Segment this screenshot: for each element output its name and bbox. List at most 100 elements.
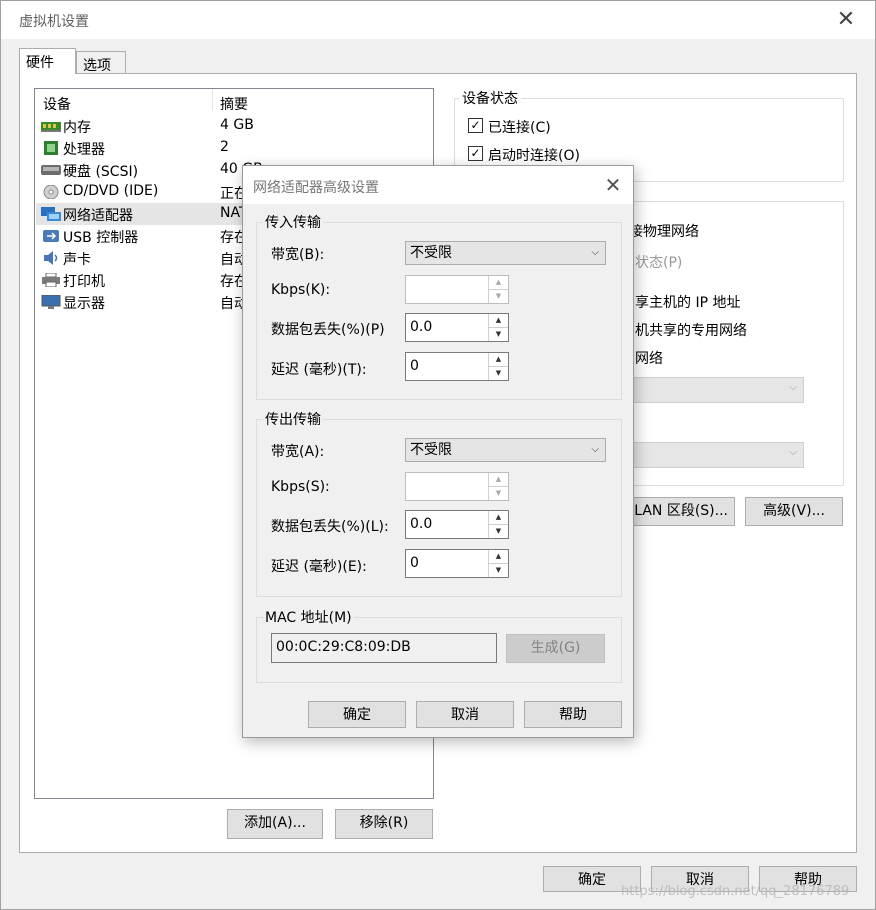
device-name: CD/DVD (IDE)	[63, 183, 159, 199]
incoming-kbps-label: Kbps(K):	[271, 282, 331, 298]
incoming-packet-loss-value: 0.0	[410, 319, 433, 335]
outgoing-bandwidth-select[interactable]: 不受限 ⌵	[405, 438, 606, 462]
device-row-processor[interactable]: 处理器 2	[36, 137, 432, 159]
device-name: 内存	[63, 120, 91, 136]
dialog-title: 网络适配器高级设置	[253, 180, 379, 196]
spin-up-icon[interactable]: ▲	[489, 276, 508, 290]
network-adapter-advanced-dialog: 网络适配器高级设置 ✕ 传入传输 带宽(B): 不受限 ⌵ Kbps(K): ▲…	[242, 165, 634, 738]
memory-icon	[41, 122, 61, 132]
device-name: 处理器	[63, 142, 105, 158]
spin-up-icon[interactable]: ▲	[489, 550, 508, 564]
device-name: 声卡	[63, 252, 91, 268]
incoming-bandwidth-select[interactable]: 不受限 ⌵	[405, 241, 606, 265]
spin-down-icon[interactable]: ▼	[489, 564, 508, 578]
spin-up-icon[interactable]: ▲	[489, 353, 508, 367]
tab-options[interactable]: 选项	[76, 51, 126, 74]
connected-label[interactable]: 已连接(C)	[488, 117, 551, 137]
incoming-packet-loss-label: 数据包丢失(%)(P)	[271, 322, 385, 338]
watermark: https://blog.csdn.net/qq_28176789	[621, 884, 850, 899]
spin-buttons: ▲ ▼	[488, 276, 508, 303]
spin-down-icon[interactable]: ▼	[489, 367, 508, 381]
device-name: 显示器	[63, 296, 105, 312]
spin-buttons: ▲ ▼	[488, 353, 508, 380]
close-icon[interactable]: ✕	[599, 171, 627, 199]
add-device-button[interactable]: 添加(A)...	[227, 809, 323, 839]
device-name: 网络适配器	[63, 208, 133, 224]
close-icon[interactable]: ✕	[831, 5, 861, 35]
sound-icon	[44, 251, 58, 265]
connect-at-power-on-checkbox[interactable]: ✓	[468, 146, 483, 161]
spin-up-icon[interactable]: ▲	[489, 314, 508, 328]
device-name: USB 控制器	[63, 230, 139, 246]
title-bar: 虚拟机设置 ✕	[1, 1, 875, 39]
outgoing-transfer-label: 传出传输	[263, 409, 323, 429]
device-row-memory[interactable]: 内存 4 GB	[36, 115, 432, 137]
outgoing-bandwidth-value: 不受限	[410, 442, 452, 458]
column-separator	[212, 89, 213, 111]
harddisk-icon	[41, 165, 61, 175]
outgoing-latency-stepper[interactable]: 0 ▲ ▼	[405, 549, 509, 578]
chevron-down-icon: ⌵	[789, 382, 797, 393]
device-summary: 4 GB	[220, 117, 254, 133]
lan-segment-select[interactable]: ⌵	[621, 442, 804, 468]
remove-device-button[interactable]: 移除(R)	[335, 809, 433, 839]
spin-up-icon[interactable]: ▲	[489, 511, 508, 525]
dialog-ok-button[interactable]: 确定	[308, 701, 406, 728]
incoming-kbps-stepper[interactable]: ▲ ▼	[405, 275, 509, 304]
device-status-label: 设备状态	[459, 88, 521, 108]
mac-address-label: MAC 地址(M)	[263, 607, 354, 627]
column-header-summary[interactable]: 摘要	[220, 94, 248, 114]
outgoing-packet-loss-label: 数据包丢失(%)(L):	[271, 519, 389, 535]
hostonly-option-label[interactable]: 机共享的专用网络	[635, 320, 747, 340]
outgoing-latency-label: 延迟 (毫秒)(E):	[271, 559, 367, 575]
incoming-bandwidth-value: 不受限	[410, 245, 452, 261]
spin-up-icon[interactable]: ▲	[489, 473, 508, 487]
device-name: 硬盘 (SCSI)	[63, 164, 139, 180]
bridged-option-label[interactable]: 接物理网络	[629, 221, 699, 241]
dialog-title-bar: 网络适配器高级设置 ✕	[243, 166, 633, 204]
incoming-latency-value: 0	[410, 358, 419, 374]
outgoing-kbps-label: Kbps(S):	[271, 479, 330, 495]
chevron-down-icon: ⌵	[591, 444, 599, 455]
outgoing-latency-value: 0	[410, 555, 419, 571]
replicate-state-label: 状态(P)	[635, 255, 683, 271]
outgoing-packet-loss-stepper[interactable]: 0.0 ▲ ▼	[405, 510, 509, 539]
dialog-help-button[interactable]: 帮助	[524, 701, 622, 728]
incoming-latency-label: 延迟 (毫秒)(T):	[271, 362, 367, 378]
chevron-down-icon: ⌵	[789, 447, 797, 458]
spin-buttons: ▲ ▼	[488, 550, 508, 577]
spin-buttons: ▲ ▼	[488, 314, 508, 341]
generate-mac-button[interactable]: 生成(G)	[506, 634, 605, 663]
incoming-bandwidth-label: 带宽(B):	[271, 247, 325, 263]
custom-network-select[interactable]: ⌵	[621, 377, 804, 403]
incoming-transfer-label: 传入传输	[263, 212, 323, 232]
window-title: 虚拟机设置	[19, 14, 89, 30]
cdrom-icon	[43, 185, 59, 199]
spin-down-icon[interactable]: ▼	[489, 290, 508, 304]
column-header-device[interactable]: 设备	[43, 94, 71, 114]
device-summary: 2	[220, 139, 229, 155]
display-icon	[41, 295, 61, 309]
device-name: 打印机	[63, 274, 105, 290]
printer-icon	[42, 273, 60, 287]
tab-hardware[interactable]: 硬件	[19, 48, 76, 74]
advanced-button[interactable]: 高级(V)...	[745, 497, 843, 526]
mac-address-field[interactable]: 00:0C:29:C8:09:DB	[271, 633, 497, 663]
spin-buttons: ▲ ▼	[488, 473, 508, 500]
outgoing-kbps-stepper[interactable]: ▲ ▼	[405, 472, 509, 501]
network-adapter-icon	[41, 207, 61, 221]
incoming-packet-loss-stepper[interactable]: 0.0 ▲ ▼	[405, 313, 509, 342]
chevron-down-icon: ⌵	[591, 247, 599, 258]
connected-checkbox[interactable]: ✓	[468, 118, 483, 133]
incoming-latency-stepper[interactable]: 0 ▲ ▼	[405, 352, 509, 381]
connect-at-power-on-label[interactable]: 启动时连接(O)	[488, 145, 580, 165]
spin-down-icon[interactable]: ▼	[489, 487, 508, 501]
spin-down-icon[interactable]: ▼	[489, 525, 508, 539]
dialog-cancel-button[interactable]: 取消	[416, 701, 514, 728]
usb-icon	[43, 230, 59, 242]
cpu-icon	[44, 141, 58, 155]
custom-option-label[interactable]: 网络	[635, 348, 663, 368]
spin-buttons: ▲ ▼	[488, 511, 508, 538]
spin-down-icon[interactable]: ▼	[489, 328, 508, 342]
nat-option-label[interactable]: 享主机的 IP 地址	[635, 292, 740, 312]
